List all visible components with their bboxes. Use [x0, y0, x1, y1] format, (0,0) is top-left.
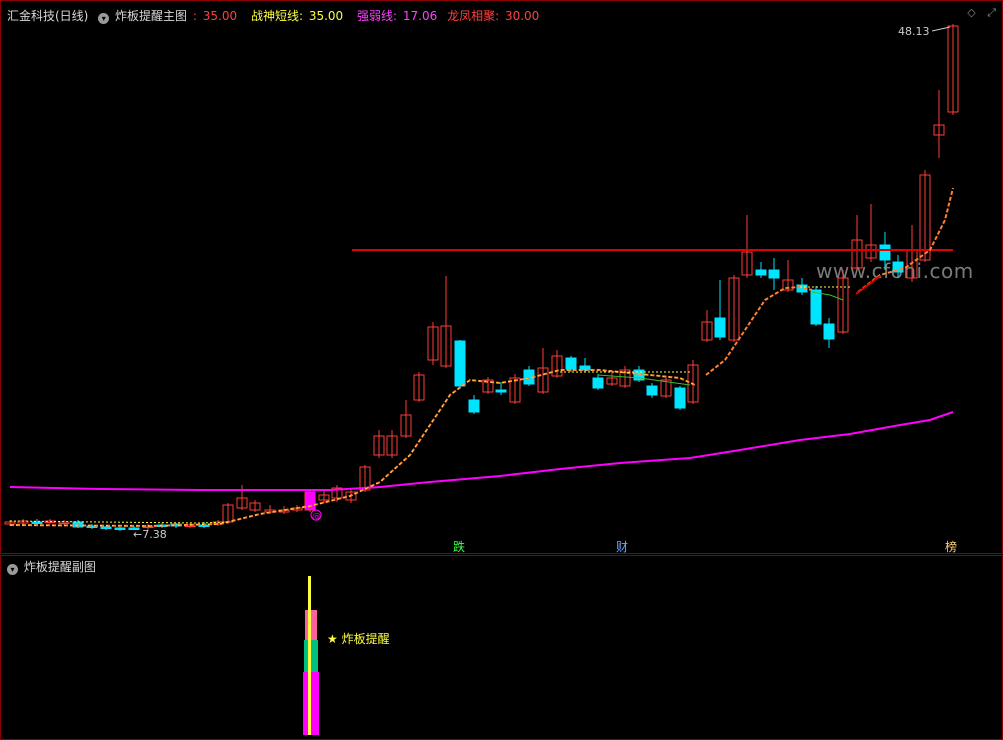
qiangruo-line [9, 411, 954, 491]
candle-body-64 [879, 244, 891, 261]
event-label-1: 财 [616, 540, 628, 554]
candle-body-34 [468, 399, 480, 413]
low-marker: ←7.38 [133, 528, 167, 541]
zhaban-candle [305, 492, 315, 510]
candle-body-52 [714, 317, 726, 338]
sub-bar-3 [308, 576, 311, 735]
event-label-0: 跌 [453, 539, 465, 554]
high-marker: 48.13 [898, 25, 930, 38]
candle-body-8 [114, 527, 126, 530]
circle-marker: @ [312, 512, 321, 522]
candle-body-43 [592, 377, 604, 389]
candle-body-2 [31, 521, 43, 524]
trend-red-segment [855, 275, 881, 295]
candlestick-chart: @48.13 ←7.38 跌 财 榜 ★ 炸板提醒 [4, 24, 959, 735]
candle-body-41 [565, 357, 577, 370]
candle-body-56 [768, 269, 780, 279]
candle-body-47 [646, 385, 658, 396]
trend-curve-1-core [9, 369, 696, 527]
candle-body-33 [454, 340, 466, 387]
candle-body-59 [810, 289, 822, 325]
trend-curve-3 [857, 187, 954, 293]
candle-body-49 [674, 387, 686, 409]
alert-label: ★ 炸板提醒 [327, 631, 390, 646]
candle-body-36 [495, 389, 507, 393]
candle-body-7 [100, 526, 112, 529]
high-marker-arrow [931, 26, 951, 32]
candle-body-60 [823, 323, 835, 340]
event-label-2: 榜 [945, 539, 957, 554]
ma-yellow-1 [9, 520, 229, 524]
trend-curve-1 [9, 369, 696, 528]
candle-body-55 [755, 269, 767, 276]
